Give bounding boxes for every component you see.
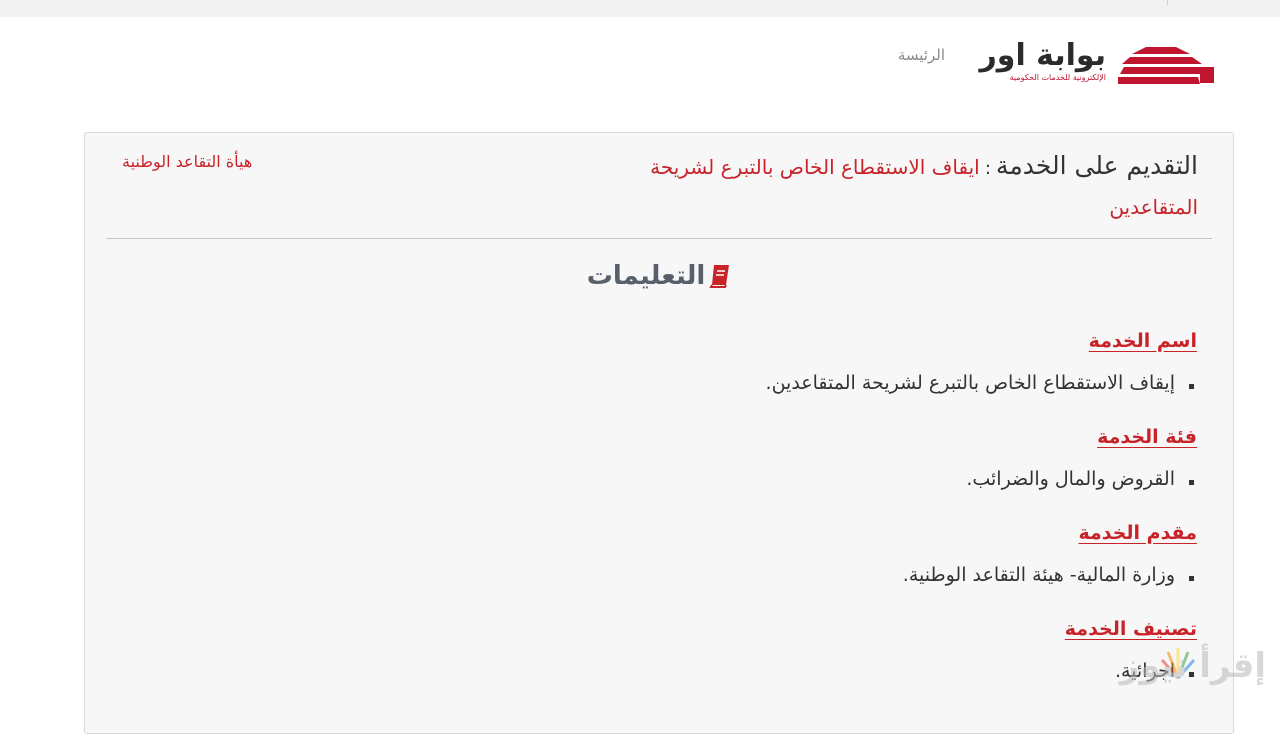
- logo-subtitle: الإلكترونية للخدمات الحكومية: [1009, 73, 1106, 82]
- logo-mark-icon: [1118, 47, 1214, 84]
- bullet-icon: [1189, 576, 1194, 581]
- book-icon: [709, 265, 730, 288]
- title-prefix: التقديم على الخدمة: [995, 151, 1198, 180]
- section-item: إيقاف الاستقطاع الخاص بالتبرع لشريحة الم…: [597, 372, 1194, 394]
- title-separator: :: [984, 158, 991, 179]
- page-title: التقديم على الخدمة : ايقاف الاستقطاع الخ…: [638, 147, 1198, 228]
- section-title[interactable]: فئة الخدمة: [1097, 426, 1197, 448]
- section-title[interactable]: تصنيف الخدمة: [1065, 618, 1197, 640]
- agency-name: هيأة التقاعد الوطنية: [122, 152, 253, 171]
- watermark-text: إقرأ نيوز: [1119, 646, 1266, 686]
- nav-home-link[interactable]: الرئيسة: [898, 46, 945, 64]
- instructions-heading: التعليمات: [85, 261, 1233, 293]
- bullet-icon: [1189, 384, 1194, 389]
- section-title[interactable]: مقدم الخدمة: [1078, 522, 1197, 544]
- site-logo[interactable]: بوابة اور الإلكترونية للخدمات الحكومية: [980, 39, 1220, 89]
- site-header: بوابة اور الإلكترونية للخدمات الحكومية ا…: [0, 17, 1280, 117]
- instructions-title: التعليمات: [586, 261, 706, 291]
- watermark: إقرأ نيوز: [1120, 640, 1280, 720]
- section-title[interactable]: اسم الخدمة: [1089, 330, 1197, 352]
- section-item: وزارة المالية- هيئة التقاعد الوطنية.: [597, 564, 1194, 586]
- section-service-classification: تصنيف الخدمة اجرائية.: [597, 618, 1197, 682]
- divider: [106, 238, 1212, 239]
- section-service-provider: مقدم الخدمة وزارة المالية- هيئة التقاعد …: [597, 522, 1197, 586]
- logo-name: بوابة اور: [979, 38, 1107, 73]
- section-service-category: فئة الخدمة القروض والمال والضرائب.: [597, 426, 1197, 490]
- section-item-text: إيقاف الاستقطاع الخاص بالتبرع لشريحة الم…: [765, 372, 1175, 394]
- section-item-text: وزارة المالية- هيئة التقاعد الوطنية.: [902, 564, 1175, 586]
- top-strip: [0, 0, 1280, 17]
- section-service-name: اسم الخدمة إيقاف الاستقطاع الخاص بالتبرع…: [597, 330, 1197, 394]
- section-item-text: القروض والمال والضرائب.: [966, 468, 1175, 490]
- section-item: اجرائية.: [597, 660, 1194, 682]
- bullet-icon: [1189, 480, 1194, 485]
- section-item: القروض والمال والضرائب.: [597, 468, 1194, 490]
- top-strip-divider: [1167, 0, 1168, 5]
- service-card: التقديم على الخدمة : ايقاف الاستقطاع الخ…: [84, 132, 1234, 734]
